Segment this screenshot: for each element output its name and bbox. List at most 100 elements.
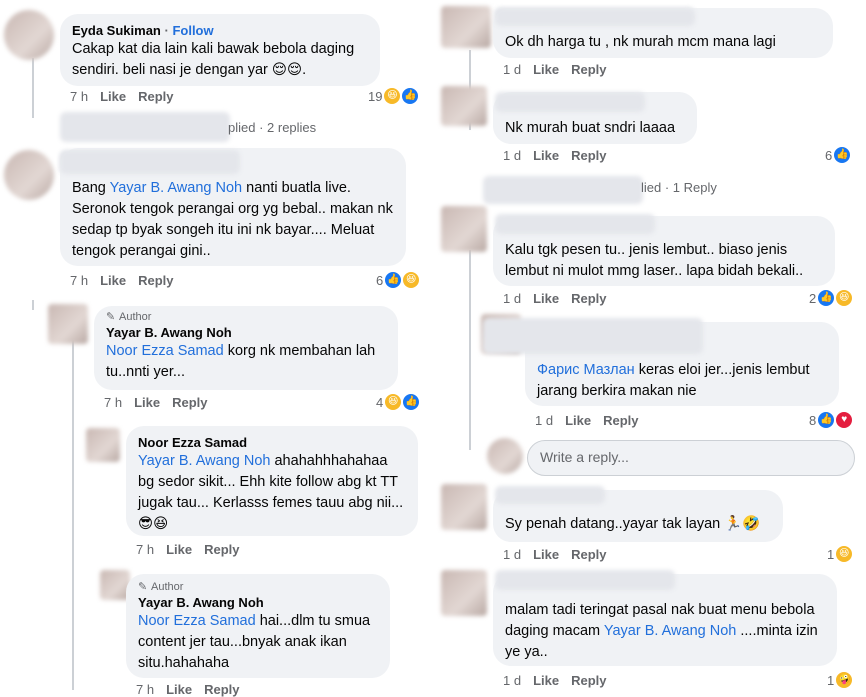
- thread-line: [32, 58, 34, 118]
- love-reaction-icon: ♥: [836, 412, 853, 428]
- commenter-name[interactable]: Yayar B. Awang Noh: [138, 594, 378, 611]
- like-button[interactable]: Like: [533, 547, 559, 562]
- blurred-commenter-name: [495, 486, 605, 504]
- avatar[interactable]: [441, 86, 487, 126]
- like-button[interactable]: Like: [565, 413, 591, 428]
- reply-button[interactable]: Reply: [571, 62, 606, 77]
- haha-reaction-icon: 🤪: [836, 672, 853, 688]
- comment-actions: 1 d Like Reply: [503, 673, 607, 688]
- like-button[interactable]: Like: [100, 89, 126, 104]
- timestamp[interactable]: 1 d: [503, 547, 521, 562]
- mention-link[interactable]: Yayar B. Awang Noh: [110, 180, 242, 196]
- comment-bubble: Eyda Sukiman · Follow Cakap kat dia lain…: [60, 14, 380, 86]
- haha-reaction-icon: 😆: [403, 272, 420, 288]
- pen-icon: ✎: [138, 581, 148, 593]
- reply-button[interactable]: Reply: [138, 273, 173, 288]
- reply-button[interactable]: Reply: [571, 547, 606, 562]
- avatar: [487, 438, 523, 474]
- avatar[interactable]: [441, 570, 487, 616]
- reaction-count: 1: [827, 672, 835, 688]
- timestamp[interactable]: 1 d: [503, 673, 521, 688]
- comment-actions: 7 h Like Reply: [70, 89, 174, 104]
- timestamp[interactable]: 1 d: [503, 62, 521, 77]
- avatar[interactable]: [86, 428, 120, 462]
- thread-line: [469, 250, 471, 450]
- mention-link[interactable]: Noor Ezza Samad: [138, 613, 256, 629]
- comment-actions: 1 d Like Reply: [503, 291, 607, 306]
- like-button[interactable]: Like: [134, 395, 160, 410]
- comment-actions: 1 d Like Reply: [503, 148, 607, 163]
- reply-button[interactable]: Reply: [571, 291, 606, 306]
- avatar[interactable]: [4, 10, 54, 60]
- mention-link[interactable]: Фарис Мазлан: [537, 362, 635, 378]
- comment-actions: 7 h Like Reply: [136, 542, 240, 557]
- reaction-summary[interactable]: 1 😆: [827, 546, 853, 562]
- reply-button[interactable]: Reply: [603, 413, 638, 428]
- reaction-summary[interactable]: 6 👍: [825, 147, 851, 163]
- like-reaction-icon: 👍: [402, 88, 419, 104]
- like-button[interactable]: Like: [166, 542, 192, 557]
- haha-reaction-icon: 😆: [385, 394, 402, 410]
- like-button[interactable]: Like: [533, 673, 559, 688]
- timestamp[interactable]: 7 h: [136, 542, 154, 557]
- comment-text: malam tadi teringat pasal nak buat menu …: [505, 600, 825, 663]
- view-replies-link[interactable]: lied · 1 Reply: [641, 180, 717, 195]
- reply-button[interactable]: Reply: [138, 89, 173, 104]
- reaction-count: 6: [825, 147, 833, 163]
- like-reaction-icon: 👍: [818, 412, 835, 428]
- timestamp[interactable]: 1 d: [503, 291, 521, 306]
- comment-bubble: ✎ Author Yayar B. Awang Noh Noor Ezza Sam…: [94, 306, 398, 390]
- blurred-replier-avatars: [483, 176, 643, 204]
- like-button[interactable]: Like: [533, 291, 559, 306]
- like-reaction-icon: 👍: [403, 394, 420, 410]
- reaction-summary[interactable]: 19 😆 👍: [368, 88, 419, 104]
- comment-text: Sy penah datang..yayar tak layan 🏃🤣: [505, 516, 761, 532]
- comment-text: Фарис Мазлан keras eloi jer...jenis lemb…: [537, 360, 827, 402]
- comment-author-line: Eyda Sukiman · Follow: [72, 23, 214, 38]
- reaction-summary[interactable]: 2 👍 😆: [809, 290, 853, 306]
- reply-input[interactable]: Write a reply...: [527, 440, 855, 476]
- reply-button[interactable]: Reply: [172, 395, 207, 410]
- avatar[interactable]: [441, 6, 491, 48]
- reaction-summary[interactable]: 1 🤪: [827, 672, 853, 688]
- reaction-summary[interactable]: 4 😆 👍: [376, 394, 420, 410]
- like-button[interactable]: Like: [100, 273, 126, 288]
- like-reaction-icon: 👍: [834, 147, 851, 163]
- commenter-name[interactable]: Noor Ezza Samad: [138, 434, 406, 451]
- author-badge: ✎ Author: [106, 310, 386, 324]
- reaction-count: 8: [809, 412, 817, 428]
- avatar[interactable]: [441, 206, 487, 252]
- author-label: Author: [119, 311, 152, 323]
- view-replies-link[interactable]: plied · 2 replies: [228, 120, 316, 135]
- comment-actions: 1 d Like Reply: [503, 62, 607, 77]
- avatar[interactable]: [441, 484, 487, 530]
- commenter-name[interactable]: Eyda Sukiman: [72, 23, 161, 38]
- avatar[interactable]: [48, 304, 88, 344]
- blurred-commenter-name: [495, 570, 675, 590]
- mention-link[interactable]: Yayar B. Awang Noh: [138, 453, 270, 469]
- blurred-replier-avatars: [60, 112, 230, 142]
- mention-link[interactable]: Yayar B. Awang Noh: [604, 623, 736, 639]
- like-button[interactable]: Like: [533, 148, 559, 163]
- reply-button[interactable]: Reply: [204, 542, 239, 557]
- reaction-summary[interactable]: 6 👍 😆: [376, 272, 420, 288]
- timestamp[interactable]: 7 h: [70, 273, 88, 288]
- comment-text: Cakap kat dia lain kali bawak bebola dag…: [72, 41, 355, 78]
- like-button[interactable]: Like: [533, 62, 559, 77]
- timestamp[interactable]: 7 h: [104, 395, 122, 410]
- timestamp[interactable]: 1 d: [503, 148, 521, 163]
- blurred-commenter-name: [495, 92, 645, 112]
- reply-button[interactable]: Reply: [571, 148, 606, 163]
- avatar[interactable]: [4, 150, 54, 200]
- comment-text: Noor Ezza Samad hai...dlm tu smua conten…: [138, 611, 378, 674]
- timestamp[interactable]: 7 h: [70, 89, 88, 104]
- comment-text-part: Bang: [72, 180, 110, 196]
- timestamp[interactable]: 1 d: [535, 413, 553, 428]
- commenter-name[interactable]: Yayar B. Awang Noh: [106, 324, 386, 341]
- reaction-summary[interactable]: 8 👍 ♥: [809, 412, 853, 428]
- mention-link[interactable]: Noor Ezza Samad: [106, 343, 224, 359]
- reply-button[interactable]: Reply: [571, 673, 606, 688]
- comment-actions: 1 d Like Reply: [503, 547, 607, 562]
- reaction-count: 19: [368, 88, 383, 104]
- follow-button[interactable]: Follow: [172, 23, 213, 38]
